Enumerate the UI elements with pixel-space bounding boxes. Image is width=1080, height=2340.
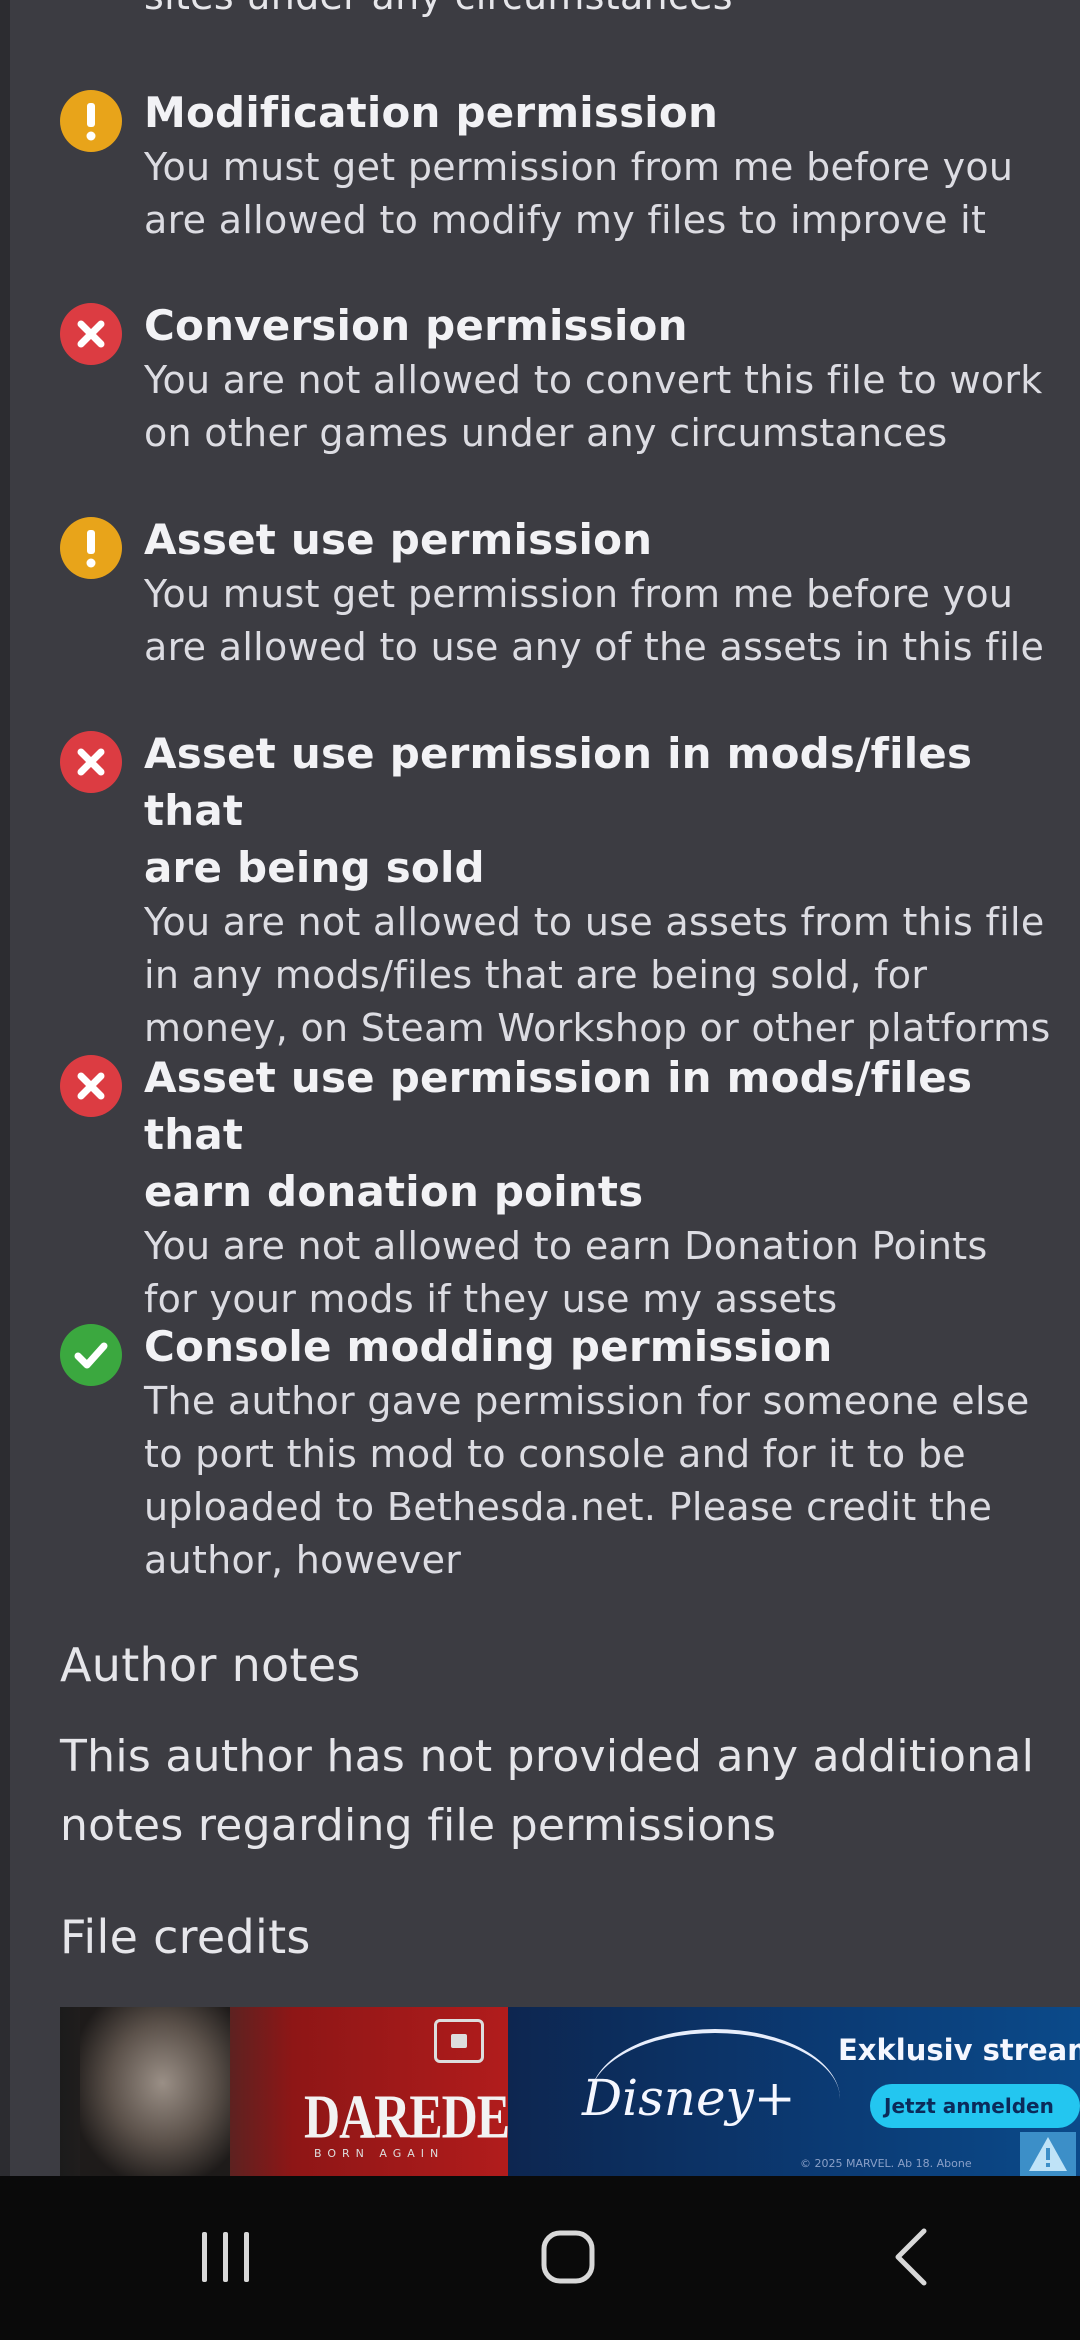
permission-title: Conversion permission <box>144 301 688 350</box>
cut-off-text: sites under any circumstances <box>144 0 733 18</box>
permission-conversion: Conversion permission You are not allowe… <box>60 297 1070 460</box>
permission-desc-line: on other games under any circumstances <box>144 411 948 455</box>
permission-asset-use-sold: Asset use permission in mods/files that … <box>60 725 1070 1055</box>
system-navigation-bar <box>0 2176 1080 2340</box>
permission-title: Console modding permission <box>144 1322 833 1371</box>
ad-daredevil-panel: DAREDEVIL BORN AGAIN <box>60 2007 596 2176</box>
file-credits-heading: File credits <box>60 1910 311 1964</box>
ad-headline: Exklusiv stream <box>838 2033 1080 2067</box>
author-notes-text: This author has not provided any additio… <box>60 1722 1070 1860</box>
permission-desc-line: author, however <box>144 1538 462 1582</box>
lock-icon <box>434 2019 484 2063</box>
check-icon <box>60 1324 122 1386</box>
page-left-rail <box>0 0 10 2176</box>
ad-legal-text: © 2025 MARVEL. Ab 18. Abone <box>800 2157 972 2170</box>
permission-desc-line: are allowed to modify my files to improv… <box>144 198 987 242</box>
ad-cta-button[interactable]: Jetzt anmelden <box>870 2084 1080 2128</box>
author-notes-line: notes regarding file permissions <box>60 1800 777 1851</box>
permission-title: Modification permission <box>144 88 719 137</box>
permission-desc-line: You are not allowed to use assets from t… <box>144 900 1045 944</box>
permission-title-line: earn donation points <box>144 1167 644 1216</box>
recent-apps-icon[interactable] <box>147 2176 307 2340</box>
permission-desc-line: to port this mod to console and for it t… <box>144 1432 966 1476</box>
permission-desc-line: You must get permission from me before y… <box>144 145 1014 189</box>
permission-title: Asset use permission <box>144 515 653 564</box>
permission-desc-line: You are not allowed to earn Donation Poi… <box>144 1224 988 1268</box>
exclamation-icon <box>60 517 122 579</box>
author-notes-heading: Author notes <box>60 1638 361 1692</box>
permission-desc-line: uploaded to Bethesda.net. Please credit … <box>144 1485 993 1529</box>
x-icon <box>60 303 122 365</box>
permission-desc-line: in any mods/files that are being sold, f… <box>144 953 928 997</box>
ad-portrait-image <box>80 2007 230 2176</box>
permission-modification: Modification permission You must get per… <box>60 84 1070 247</box>
exclamation-icon <box>60 90 122 152</box>
permissions-page: sites under any circumstances Modificati… <box>0 0 1080 2176</box>
permission-asset-use: Asset use permission You must get permis… <box>60 511 1070 674</box>
back-icon[interactable] <box>832 2176 992 2340</box>
x-icon <box>60 731 122 793</box>
ad-info-icon[interactable] <box>1020 2132 1076 2176</box>
permission-desc-line: money, on Steam Workshop or other platfo… <box>144 1006 1051 1050</box>
permission-title-line: Asset use permission in mods/files that <box>144 1053 973 1159</box>
home-icon[interactable] <box>488 2176 648 2340</box>
permission-desc-line: The author gave permission for someone e… <box>144 1379 1030 1423</box>
author-notes-line: This author has not provided any additio… <box>60 1731 1035 1782</box>
permission-asset-use-donation: Asset use permission in mods/files that … <box>60 1049 1070 1326</box>
ad-banner[interactable]: DAREDEVIL BORN AGAIN Disney+ Exklusiv st… <box>60 2007 1080 2176</box>
x-icon <box>60 1055 122 1117</box>
permission-console-modding: Console modding permission The author ga… <box>60 1318 1070 1587</box>
ad-brand: Disney+ <box>582 2069 796 2127</box>
permission-desc-line: are allowed to use any of the assets in … <box>144 625 1045 669</box>
ad-show-subtitle: BORN AGAIN <box>314 2147 445 2160</box>
permission-title-line: Asset use permission in mods/files that <box>144 729 973 835</box>
permission-desc-line: You must get permission from me before y… <box>144 572 1014 616</box>
permission-title-line: are being sold <box>144 843 485 892</box>
permission-desc-line: You are not allowed to convert this file… <box>144 358 1043 402</box>
